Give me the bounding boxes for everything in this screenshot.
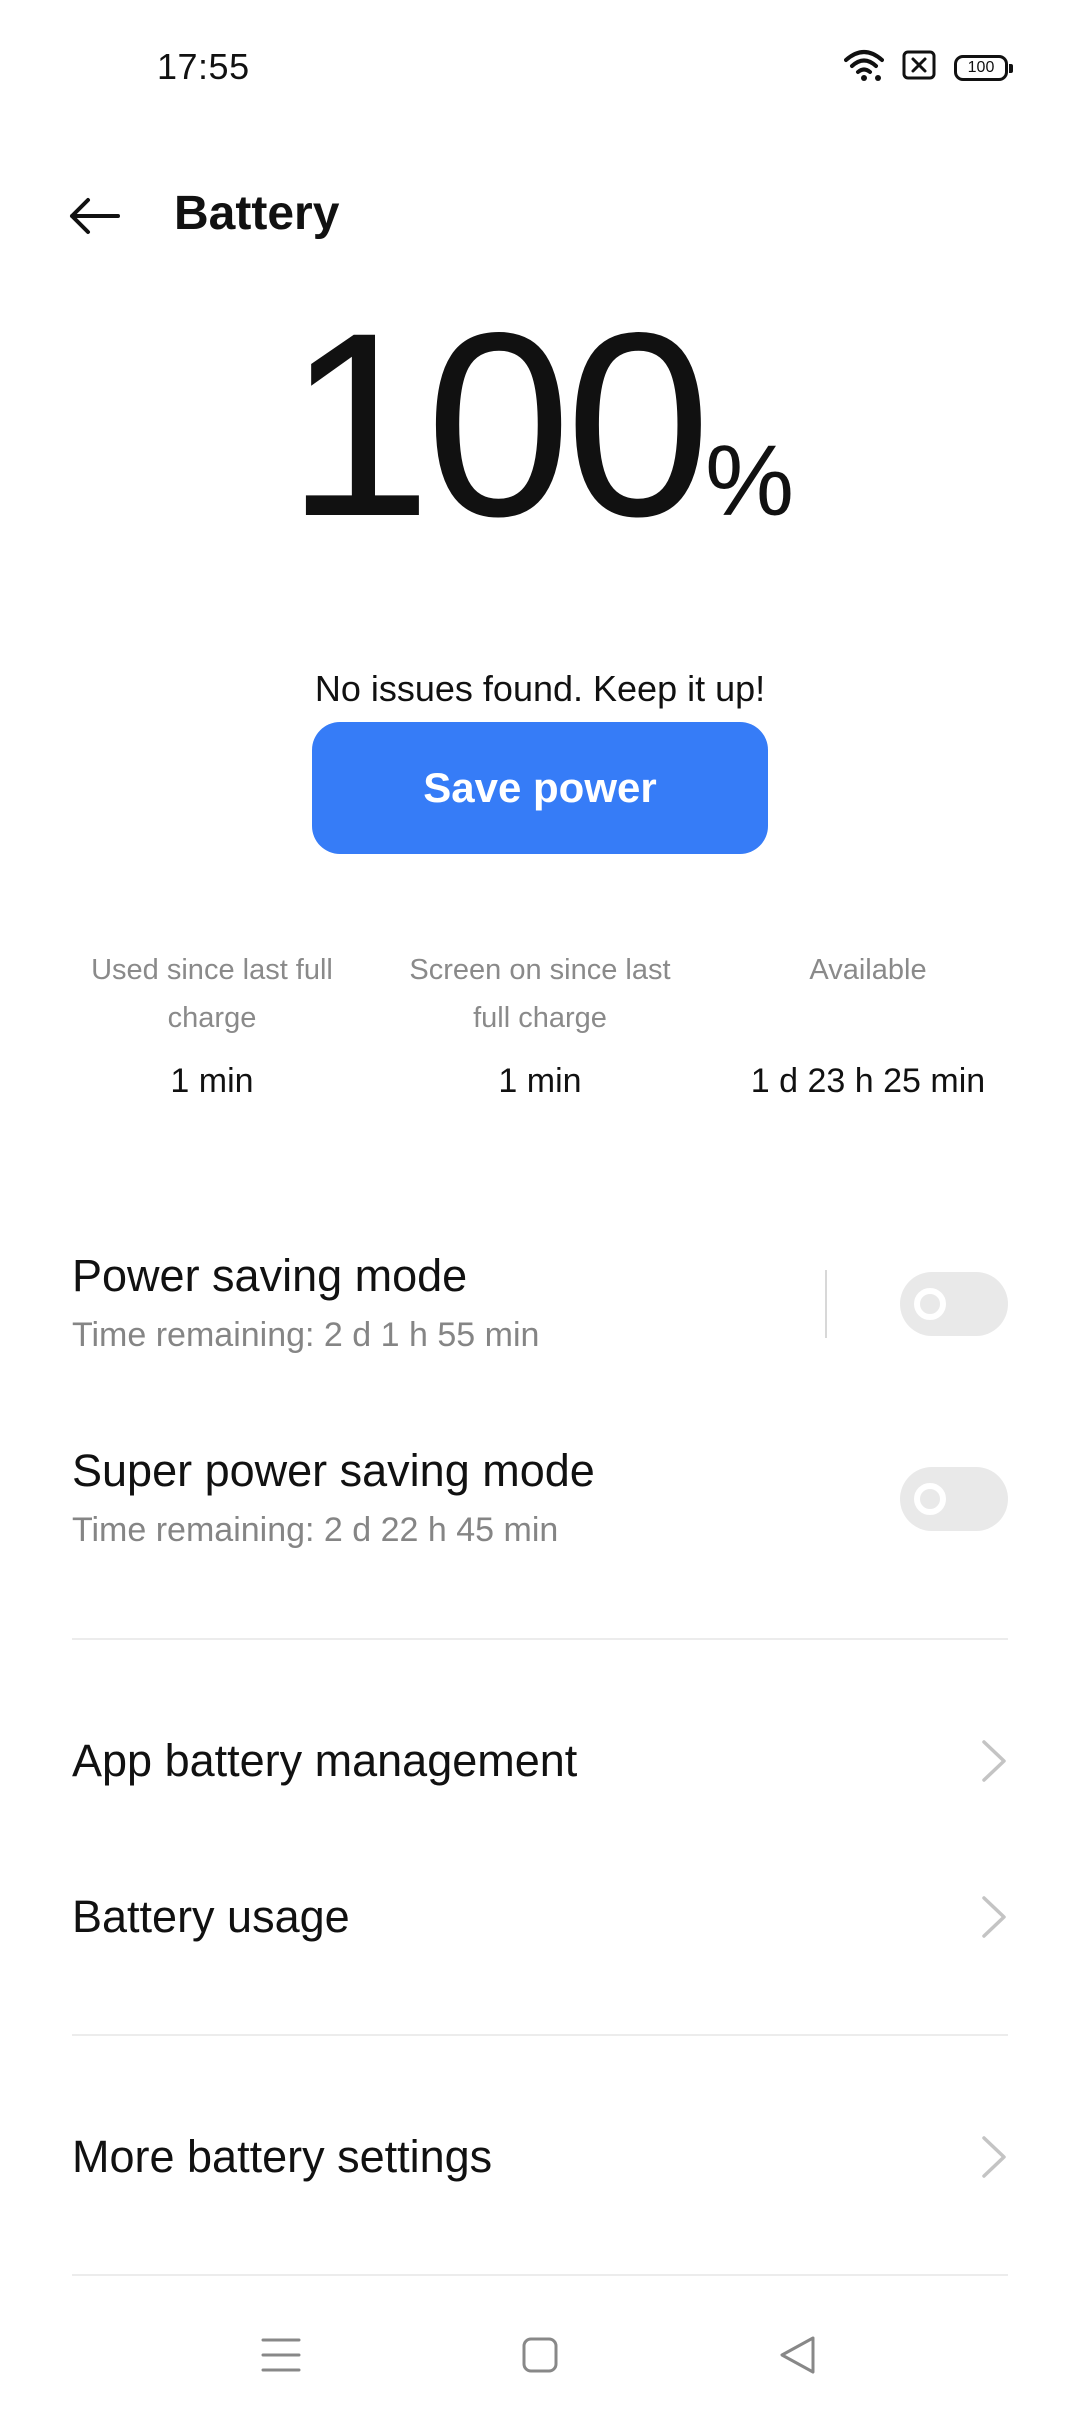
stat-label: Used since last full charge bbox=[91, 954, 333, 1034]
stat-screen-on: Screen on since last full charge 1 min bbox=[376, 946, 704, 1101]
battery-stats: Used since last full charge 1 min Screen… bbox=[48, 946, 1032, 1101]
super-power-saving-mode-row[interactable]: Super power saving mode Time remaining: … bbox=[72, 1445, 1008, 1550]
battery-icon: 100 bbox=[954, 54, 1013, 81]
power-saving-mode-title: Power saving mode bbox=[72, 1250, 468, 1301]
battery-percent-value: 100 bbox=[285, 278, 711, 571]
chevron-right-icon bbox=[982, 2136, 1006, 2178]
home-icon bbox=[522, 2337, 558, 2373]
battery-percent-unit: % bbox=[705, 425, 795, 537]
home-button[interactable] bbox=[500, 2320, 580, 2390]
super-power-saving-mode-subtitle: Time remaining: 2 d 22 h 45 min bbox=[72, 1511, 559, 1549]
power-saving-mode-toggle[interactable] bbox=[900, 1272, 1008, 1336]
row-divider bbox=[825, 1270, 827, 1338]
section-divider bbox=[72, 2274, 1008, 2276]
back-nav-button[interactable] bbox=[758, 2320, 838, 2390]
super-power-saving-mode-title: Super power saving mode bbox=[72, 1445, 595, 1496]
stat-value: 1 d 23 h 25 min bbox=[750, 1062, 986, 1100]
toggle-knob bbox=[914, 1483, 946, 1515]
stat-label: Available bbox=[809, 954, 927, 986]
toggle-knob bbox=[914, 1288, 946, 1320]
stat-value: 1 min bbox=[498, 1062, 582, 1100]
battery-usage-item[interactable]: Battery usage bbox=[72, 1867, 1008, 1967]
section-divider bbox=[72, 2034, 1008, 2036]
more-battery-settings-label: More battery settings bbox=[72, 2131, 493, 2182]
page-title: Battery bbox=[174, 187, 340, 240]
menu-button[interactable] bbox=[241, 2320, 321, 2390]
status-bar: 17:55 100 bbox=[0, 0, 1080, 136]
battery-status-message: No issues found. Keep it up! bbox=[314, 668, 766, 709]
chevron-right-icon bbox=[982, 1896, 1006, 1938]
system-navigation-bar bbox=[0, 2300, 1080, 2412]
section-divider bbox=[72, 1638, 1008, 1640]
status-time: 17:55 bbox=[157, 46, 250, 87]
back-button[interactable] bbox=[58, 180, 130, 252]
back-arrow-icon bbox=[70, 198, 120, 234]
app-battery-management-item[interactable]: App battery management bbox=[72, 1711, 1008, 1811]
status-icons: 100 bbox=[844, 48, 1013, 87]
wifi-icon bbox=[844, 48, 884, 87]
more-battery-settings-item[interactable]: More battery settings bbox=[72, 2107, 1008, 2207]
sim-error-icon bbox=[902, 50, 936, 85]
stat-used-since-charge: Used since last full charge 1 min bbox=[48, 946, 376, 1101]
super-power-saving-mode-toggle[interactable] bbox=[900, 1467, 1008, 1531]
stat-available: Available 1 d 23 h 25 min bbox=[704, 946, 1032, 1101]
save-power-button[interactable]: Save power bbox=[312, 722, 768, 854]
stat-value: 1 min bbox=[170, 1062, 254, 1100]
chevron-right-icon bbox=[982, 1740, 1006, 1782]
battery-screen: 17:55 100 Battery 100% No issues found. … bbox=[0, 0, 1080, 2412]
app-battery-management-label: App battery management bbox=[72, 1735, 578, 1786]
battery-usage-label: Battery usage bbox=[72, 1891, 350, 1942]
battery-percentage: 100% bbox=[0, 294, 1080, 556]
back-triangle-icon bbox=[780, 2336, 815, 2374]
power-saving-mode-subtitle: Time remaining: 2 d 1 h 55 min bbox=[72, 1316, 540, 1354]
power-saving-mode-row[interactable]: Power saving mode Time remaining: 2 d 1 … bbox=[72, 1250, 1008, 1355]
stat-label: Screen on since last full charge bbox=[409, 954, 671, 1034]
menu-icon bbox=[261, 2338, 301, 2372]
